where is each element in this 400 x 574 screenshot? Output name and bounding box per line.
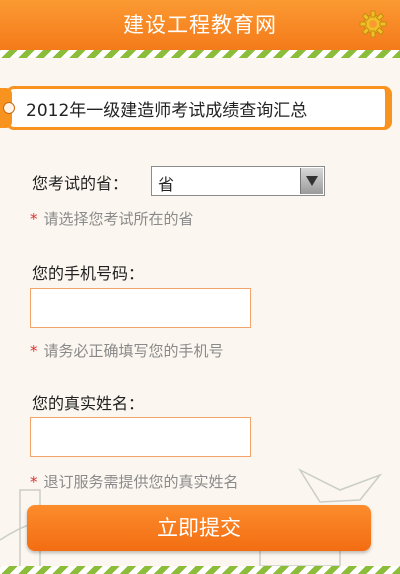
- phone-label: 您的手机号码：: [32, 264, 145, 283]
- gear-icon[interactable]: [358, 9, 388, 39]
- name-label: 您的真实姓名：: [32, 394, 145, 413]
- phone-hint: * 请务必正确填写您的手机号: [30, 340, 224, 361]
- name-hint-text: 退订服务需提供您的真实姓名: [43, 473, 239, 491]
- app-title: 建设工程教育网: [123, 13, 277, 37]
- submit-button[interactable]: 立即提交: [27, 505, 371, 551]
- name-hint: * 退订服务需提供您的真实姓名: [30, 471, 239, 492]
- banner-title: 2012年一级建造师考试成绩查询汇总: [26, 101, 308, 121]
- app-header: 建设工程教育网: [0, 0, 400, 50]
- province-label: 您考试的省：: [32, 174, 129, 193]
- header-stripe: [0, 50, 400, 58]
- province-select[interactable]: 省: [151, 166, 325, 196]
- banner-hole: [3, 102, 15, 114]
- phone-input[interactable]: [30, 288, 251, 328]
- chevron-down-icon[interactable]: [300, 168, 323, 194]
- required-mark: *: [30, 473, 38, 491]
- province-selected-value: 省: [158, 175, 175, 194]
- required-mark: *: [30, 342, 38, 360]
- required-mark: *: [30, 210, 38, 228]
- phone-hint-text: 请务必正确填写您的手机号: [43, 342, 224, 360]
- province-hint-text: 请选择您考试所在的省: [43, 210, 194, 228]
- province-hint: * 请选择您考试所在的省: [30, 208, 194, 229]
- footer-stripe: [0, 566, 400, 574]
